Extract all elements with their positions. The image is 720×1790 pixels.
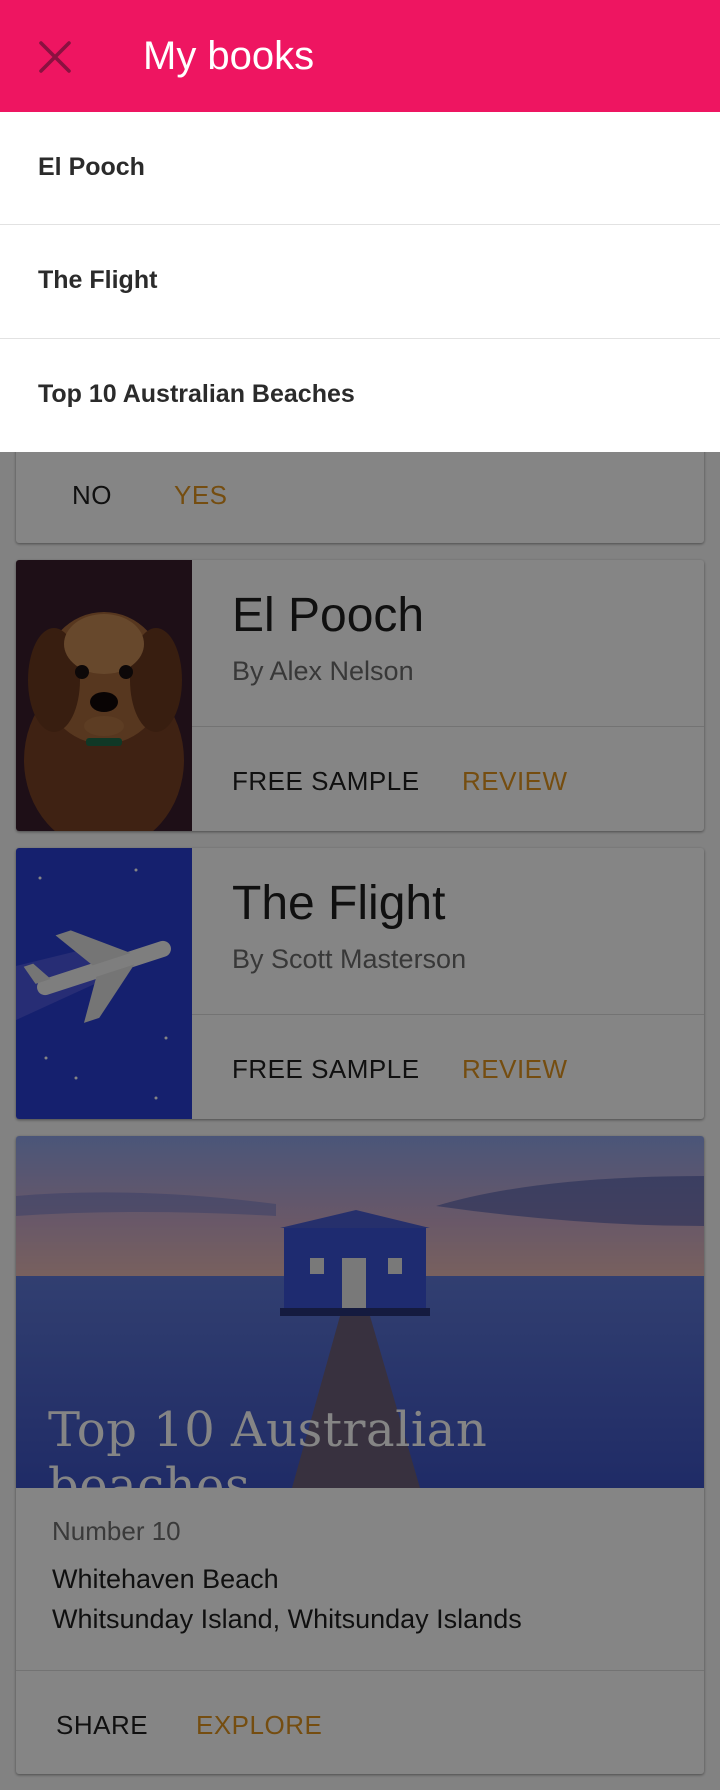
books-menu: El Pooch The Flight Top 10 Australian Be… xyxy=(0,112,720,452)
close-icon xyxy=(24,41,88,84)
menu-item-label: Top 10 Australian Beaches xyxy=(38,380,355,408)
menu-item-label: The Flight xyxy=(38,266,158,294)
app-bar: My books xyxy=(0,0,720,112)
page-title: My books xyxy=(143,34,315,78)
menu-item-el-pooch[interactable]: El Pooch xyxy=(0,112,720,224)
close-button[interactable] xyxy=(24,32,88,80)
menu-item-label: El Pooch xyxy=(38,153,145,181)
menu-item-the-flight[interactable]: The Flight xyxy=(0,225,720,337)
menu-item-top-10-australian-beaches[interactable]: Top 10 Australian Beaches xyxy=(0,339,720,451)
